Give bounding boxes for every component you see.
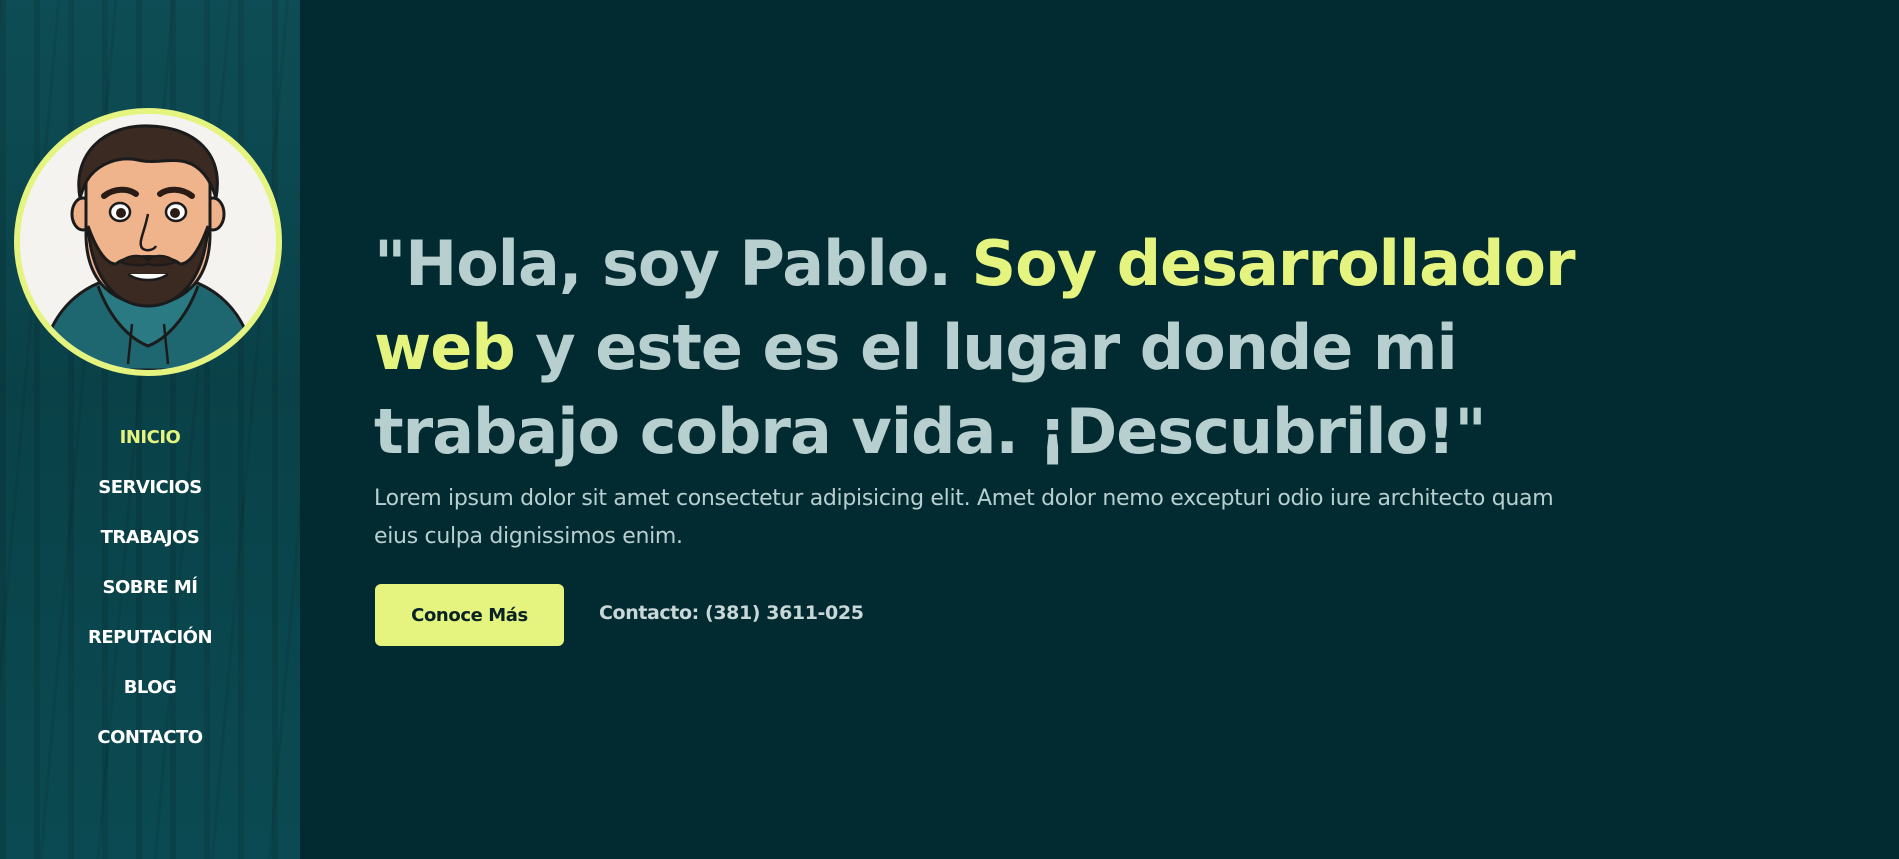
nav-link-servicios[interactable]: SERVICIOS: [98, 468, 202, 508]
developer-portrait-icon: [20, 114, 276, 370]
contact-phone: Contacto: (381) 3611-025: [599, 602, 864, 624]
nav-item-contacto: CONTACTO: [0, 718, 300, 768]
nav-item-servicios: SERVICIOS: [0, 468, 300, 518]
hero-title: "Hola, soy Pablo. Soy desarrollador web …: [374, 222, 1594, 474]
nav-link-reputacion[interactable]: REPUTACIÓN: [88, 618, 213, 658]
nav-link-contacto[interactable]: CONTACTO: [97, 718, 203, 758]
hero-title-intro: "Hola, soy Pablo.: [374, 227, 972, 300]
hero-description: Lorem ipsum dolor sit amet consectetur a…: [374, 486, 1554, 549]
nav-item-reputacion: REPUTACIÓN: [0, 618, 300, 668]
conoce-mas-button[interactable]: Conoce Más: [375, 584, 564, 646]
nav-item-sobre-mi: SOBRE MÍ: [0, 568, 300, 618]
main-nav: INICIO SERVICIOS TRABAJOS SOBRE MÍ REPUT…: [0, 418, 300, 768]
nav-item-trabajos: TRABAJOS: [0, 518, 300, 568]
nav-link-blog[interactable]: BLOG: [124, 668, 177, 708]
nav-link-inicio[interactable]: INICIO: [120, 418, 181, 458]
sidebar: INICIO SERVICIOS TRABAJOS SOBRE MÍ REPUT…: [0, 0, 300, 859]
nav-link-sobre-mi[interactable]: SOBRE MÍ: [102, 568, 198, 608]
nav-item-inicio: INICIO: [0, 418, 300, 468]
hero-title-rest: y este es el lugar donde mi trabajo cobr…: [374, 311, 1487, 468]
nav-link-trabajos[interactable]: TRABAJOS: [101, 518, 200, 558]
avatar: [14, 108, 282, 376]
nav-item-blog: BLOG: [0, 668, 300, 718]
